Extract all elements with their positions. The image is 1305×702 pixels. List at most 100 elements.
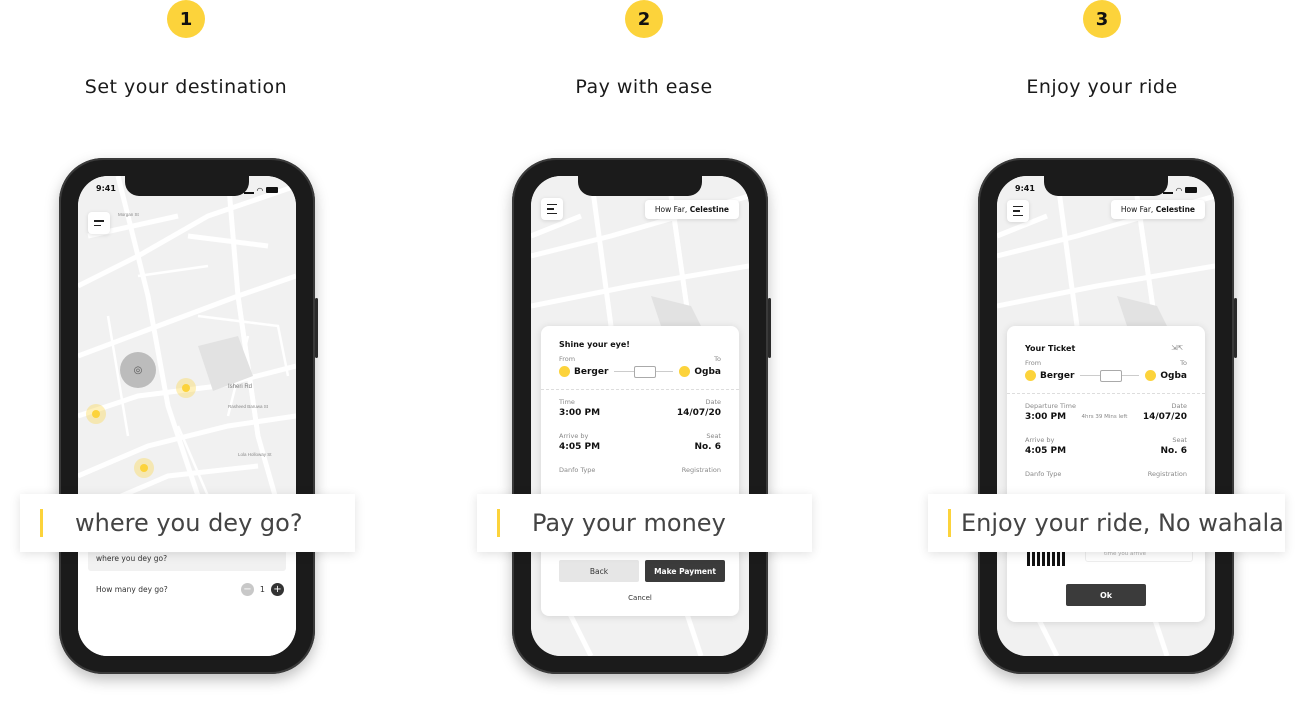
phone-notch <box>578 176 702 196</box>
ok-button[interactable]: Ok <box>1066 584 1146 606</box>
location-pin[interactable] <box>134 458 154 478</box>
greeting-name: Celestine <box>1155 205 1195 214</box>
phone-mockup-destination: 9:41 ◠ Isheri Rd Rasheed Baruwa St Lola … <box>59 158 318 674</box>
to-label: To <box>714 355 721 363</box>
bus-stop-icon <box>1145 370 1157 381</box>
step-number-badge: 1 <box>167 0 205 38</box>
origin: Berger <box>559 366 608 377</box>
seat-label: Seat <box>706 432 721 440</box>
destination: Ogba <box>1145 370 1187 381</box>
street-label: Rasheed Baruwa St <box>228 404 269 409</box>
arrive-label: Arrive by <box>559 432 589 440</box>
current-location-marker[interactable]: ◎ <box>120 352 156 388</box>
system-icons: ◠ <box>1162 184 1197 196</box>
seat-value: No. 6 <box>694 442 721 452</box>
back-button[interactable]: Back <box>559 560 639 582</box>
menu-icon <box>547 203 557 206</box>
location-pin[interactable] <box>176 378 196 398</box>
date-value: 14/07/20 <box>1142 412 1187 422</box>
origin: Berger <box>1025 370 1074 381</box>
battery-icon <box>266 187 278 193</box>
departure-label: Departure Time <box>1025 402 1076 410</box>
wifi-icon: ◠ <box>256 185 263 195</box>
from-label: From <box>1025 359 1042 367</box>
greeting-name: Celestine <box>689 205 729 214</box>
greeting-prefix: How Far, <box>654 205 688 214</box>
arrive-label: Arrive by <box>1025 436 1055 444</box>
signal-icon <box>1162 186 1173 194</box>
bus-icon <box>633 366 656 378</box>
caption-accent-bar <box>948 509 951 537</box>
passenger-count-value: 1 <box>259 585 265 594</box>
arrive-value: 4:05 PM <box>1025 446 1067 456</box>
date-label: Date <box>705 398 721 406</box>
phone-mockup-ticket: 9:41 ◠ How Far, Celestine Your Ticket ⇲⇱… <box>978 158 1237 674</box>
route-row: Berger Ogba <box>1007 367 1205 382</box>
ticket-card: Your Ticket ⇲⇱ From To Berger Ogba Depar… <box>1007 326 1205 622</box>
date-label: Date <box>1171 402 1187 410</box>
danfo-type-label: Danfo Type <box>1025 470 1062 478</box>
departure-value: 3:00 PM <box>1025 412 1067 422</box>
step-number-badge: 3 <box>1083 0 1121 38</box>
make-payment-button[interactable]: Make Payment <box>645 560 725 582</box>
payment-actions: Back Make Payment <box>559 560 725 582</box>
to-label: To <box>1180 359 1187 367</box>
status-time: 9:41 <box>1015 184 1035 193</box>
registration-label: Registration <box>681 466 721 474</box>
passenger-count-row: How many dey go? − 1 + <box>96 583 284 596</box>
menu-button[interactable] <box>541 198 563 220</box>
status-bar: 9:41 ◠ <box>96 184 278 196</box>
destination: Ogba <box>679 366 721 377</box>
route-line <box>1080 370 1140 382</box>
phone-mockup-payment: How Far, Celestine Shine your eye! From … <box>512 158 771 674</box>
from-to-labels: From To <box>1007 353 1205 367</box>
from-label: From <box>559 355 576 363</box>
arrive-value: 4:05 PM <box>559 442 601 452</box>
location-pin[interactable] <box>86 404 106 424</box>
greeting-prefix: How Far, <box>1120 205 1154 214</box>
date-value: 14/07/20 <box>676 408 721 418</box>
menu-icon <box>94 220 104 222</box>
step-caption: where you dey go? <box>20 494 355 552</box>
registration-label: Registration <box>1147 470 1187 478</box>
passenger-count-label: How many dey go? <box>96 585 168 594</box>
seat-label: Seat <box>1172 436 1187 444</box>
step-caption: Enjoy your ride, No wahala <box>928 494 1285 552</box>
phone-screen: 9:41 ◠ How Far, Celestine Your Ticket ⇲⇱… <box>997 176 1215 656</box>
card-title: Shine your eye! <box>559 340 630 349</box>
step-title: Set your destination <box>84 76 288 98</box>
collapse-icon[interactable]: ⇲⇱ <box>1171 344 1183 352</box>
time-left: 4hrs 39 Mins left <box>1081 414 1128 420</box>
caption-accent-bar <box>40 509 43 537</box>
street-label: Lola Holloway St <box>238 452 272 457</box>
route-line <box>614 366 674 378</box>
menu-icon <box>1013 205 1023 208</box>
street-label: Morgan St <box>118 212 140 217</box>
step-title: Enjoy your ride <box>1026 76 1178 98</box>
phone-screen: How Far, Celestine Shine your eye! From … <box>531 176 749 656</box>
qr-code <box>1027 550 1067 566</box>
menu-button[interactable] <box>1007 200 1029 222</box>
system-icons: ◠ <box>243 184 278 196</box>
bus-icon <box>1099 370 1122 382</box>
plus-button[interactable]: + <box>271 583 284 596</box>
greeting-chip: How Far, Celestine <box>1110 200 1205 219</box>
signal-icon <box>243 186 254 194</box>
seat-value: No. 6 <box>1160 446 1187 456</box>
battery-icon <box>1185 187 1197 193</box>
minus-button[interactable]: − <box>240 583 254 596</box>
street-label: Isheri Rd <box>228 384 252 390</box>
bus-stop-icon <box>679 366 691 377</box>
menu-button[interactable] <box>88 212 110 234</box>
cancel-link[interactable]: Cancel <box>531 594 749 602</box>
status-bar: 9:41 ◠ <box>1015 184 1197 196</box>
passenger-stepper: − 1 + <box>240 583 284 596</box>
from-to-labels: From To <box>541 349 739 363</box>
time-label: Time <box>559 398 575 406</box>
bus-stop-icon <box>559 366 570 377</box>
greeting-chip: How Far, Celestine <box>644 200 739 219</box>
caption-text: Enjoy your ride, No wahala <box>961 509 1284 537</box>
bus-stop-icon <box>1025 370 1036 381</box>
route-row: Berger Ogba <box>541 363 739 378</box>
step-number-badge: 2 <box>625 0 663 38</box>
